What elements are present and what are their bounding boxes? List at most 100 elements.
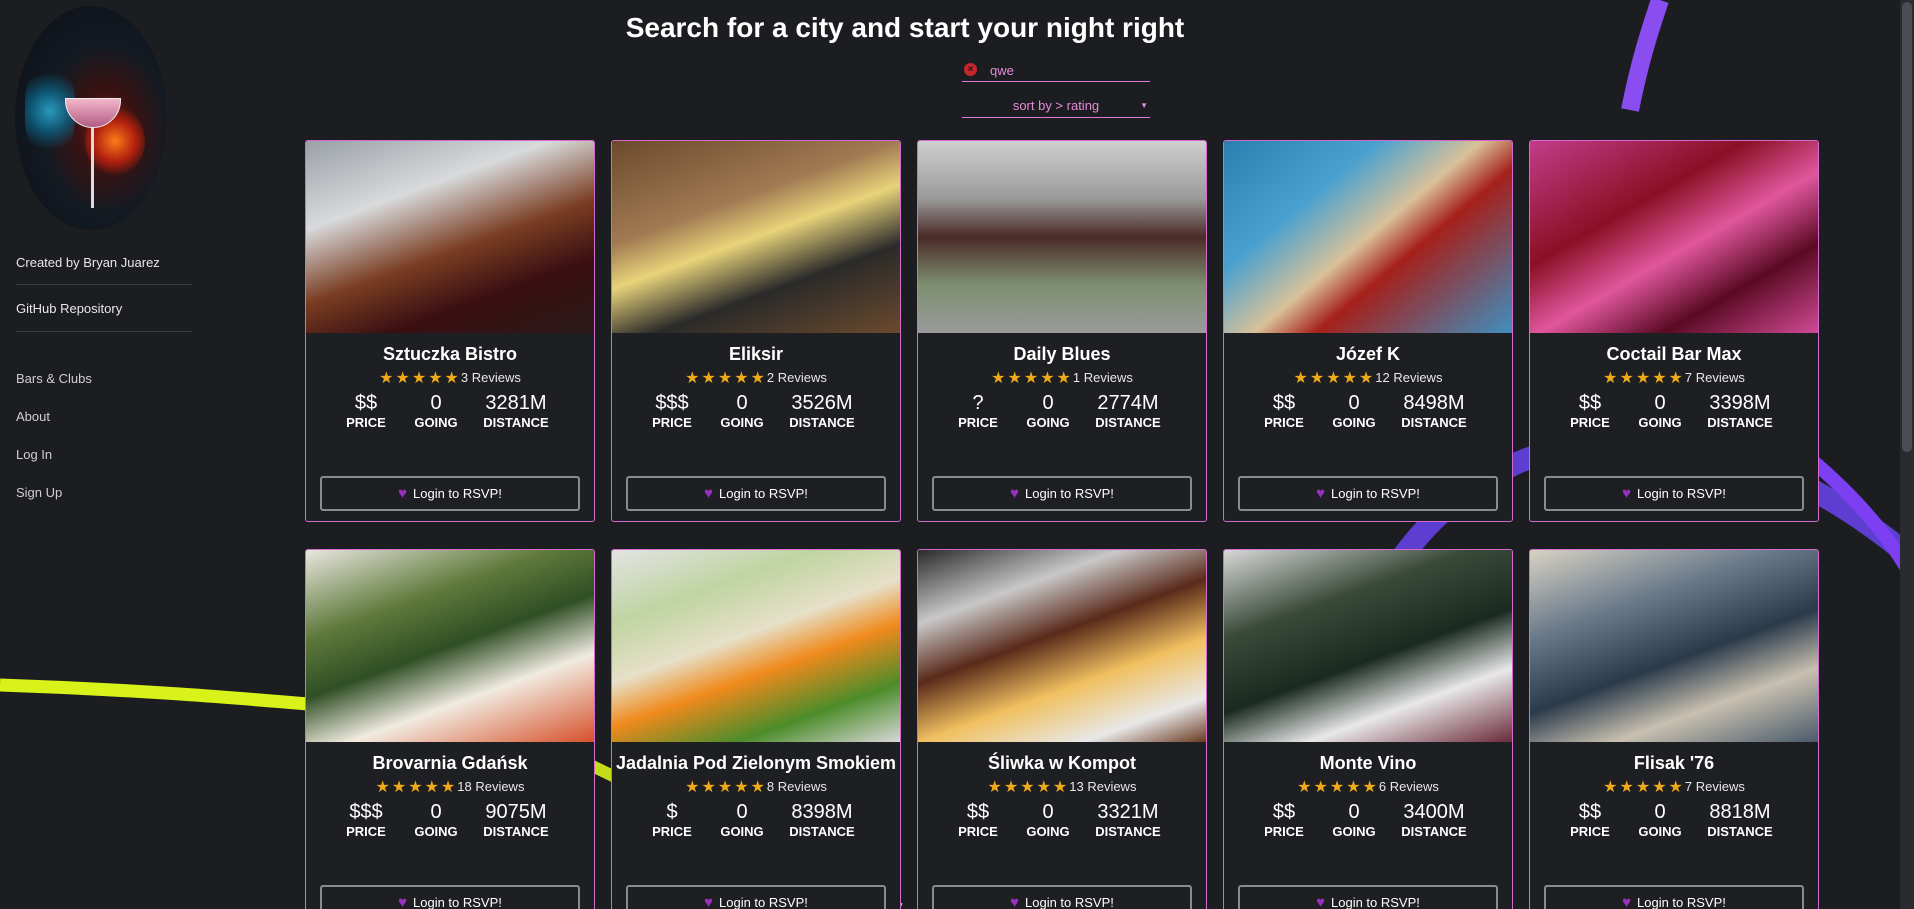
star-rating-icon: ★★★★★	[1297, 779, 1379, 796]
distance-value: 3526M	[791, 392, 853, 414]
venue-card[interactable]: Eliksir ★★★★★2 Reviews $$$ PRICE 0 GOING…	[611, 140, 901, 522]
sort-label: sort by > rating	[1012, 98, 1100, 113]
going-stat: 0 GOING	[712, 391, 772, 431]
venue-name: Jadalnia Pod Zielonym Smokiem	[615, 753, 897, 773]
rating-row: ★★★★★18 Reviews	[306, 777, 594, 797]
rsvp-button[interactable]: ♥ Login to RSVP!	[932, 885, 1192, 909]
credit-link[interactable]: Created by Bryan Juarez	[16, 255, 160, 270]
clear-search-icon[interactable]: ×	[964, 63, 977, 76]
distance-label: DISTANCE	[1707, 824, 1773, 839]
nav-sign-up[interactable]: Sign Up	[16, 485, 62, 500]
star-rating-icon: ★★★★★	[1603, 370, 1685, 387]
nav-about[interactable]: About	[16, 409, 50, 424]
venue-photo	[918, 141, 1206, 333]
price-stat: $$ PRICE	[1254, 800, 1314, 840]
heart-icon: ♥	[1622, 485, 1631, 502]
star-rating-icon: ★★★★★	[685, 370, 767, 387]
sidebar: Created by Bryan Juarez GitHub Repositor…	[0, 0, 200, 909]
price-label: PRICE	[958, 824, 998, 839]
distance-stat: 2774M DISTANCE	[1078, 391, 1178, 431]
scrollbar[interactable]	[1900, 0, 1914, 909]
heart-icon: ♥	[704, 894, 713, 909]
going-stat: 0 GOING	[1018, 800, 1078, 840]
rsvp-label: Login to RSVP!	[413, 895, 502, 909]
heart-icon: ♥	[1316, 485, 1325, 502]
venue-name: Monte Vino	[1319, 753, 1417, 773]
distance-stat: 8398M DISTANCE	[772, 800, 872, 840]
going-label: GOING	[1638, 415, 1682, 430]
sort-select[interactable]: sort by > rating ▼	[962, 96, 1150, 118]
rsvp-button[interactable]: ♥ Login to RSVP!	[1238, 885, 1498, 909]
venue-stats: $ PRICE 0 GOING 8398M DISTANCE	[612, 800, 900, 844]
rsvp-button[interactable]: ♥ Login to RSVP!	[320, 885, 580, 909]
venue-stats: $$$ PRICE 0 GOING 9075M DISTANCE	[306, 800, 594, 844]
venue-card[interactable]: Śliwka w Kompot ★★★★★13 Reviews $$ PRICE…	[917, 549, 1207, 909]
venue-card[interactable]: Daily Blues ★★★★★1 Reviews ? PRICE 0 GOI…	[917, 140, 1207, 522]
rsvp-button[interactable]: ♥ Login to RSVP!	[1238, 476, 1498, 511]
going-value: 0	[1348, 392, 1360, 414]
going-value: 0	[736, 392, 748, 414]
venue-card[interactable]: Coctail Bar Max ★★★★★7 Reviews $$ PRICE …	[1529, 140, 1819, 522]
price-stat: $$ PRICE	[948, 800, 1008, 840]
nav-bars-clubs[interactable]: Bars & Clubs	[16, 371, 92, 386]
venue-card[interactable]: Jadalnia Pod Zielonym Smokiem ★★★★★8 Rev…	[611, 549, 901, 909]
venue-card[interactable]: Monte Vino ★★★★★6 Reviews $$ PRICE 0 GOI…	[1223, 549, 1513, 909]
rsvp-label: Login to RSVP!	[719, 486, 808, 501]
rsvp-button[interactable]: ♥ Login to RSVP!	[626, 885, 886, 909]
rsvp-button[interactable]: ♥ Login to RSVP!	[932, 476, 1192, 511]
distance-stat: 3398M DISTANCE	[1690, 391, 1790, 431]
price-label: PRICE	[652, 824, 692, 839]
venue-photo	[612, 141, 900, 333]
review-count: 1 Reviews	[1072, 370, 1133, 385]
venue-name: Sztuczka Bistro	[382, 344, 518, 364]
rsvp-button[interactable]: ♥ Login to RSVP!	[320, 476, 580, 511]
going-label: GOING	[720, 415, 764, 430]
venue-card[interactable]: Brovarnia Gdańsk ★★★★★18 Reviews $$$ PRI…	[305, 549, 595, 909]
nav-log-in[interactable]: Log In	[16, 447, 52, 462]
venue-card[interactable]: Józef K ★★★★★12 Reviews $$ PRICE 0 GOING…	[1223, 140, 1513, 522]
scroll-thumb[interactable]	[1902, 2, 1912, 452]
price-value: $$	[1272, 392, 1296, 414]
rsvp-button[interactable]: ♥ Login to RSVP!	[626, 476, 886, 511]
venue-stats: $$ PRICE 0 GOING 8818M DISTANCE	[1530, 800, 1818, 844]
rsvp-button[interactable]: ♥ Login to RSVP!	[1544, 885, 1804, 909]
heart-icon: ♥	[398, 894, 407, 909]
rating-row: ★★★★★12 Reviews	[1224, 368, 1512, 388]
rsvp-button[interactable]: ♥ Login to RSVP!	[1544, 476, 1804, 511]
going-value: 0	[1654, 801, 1666, 823]
price-value: $$$	[655, 392, 689, 414]
rsvp-label: Login to RSVP!	[1637, 486, 1726, 501]
rsvp-label: Login to RSVP!	[1025, 486, 1114, 501]
rsvp-label: Login to RSVP!	[1331, 895, 1420, 909]
venue-card[interactable]: Flisak '76 ★★★★★7 Reviews $$ PRICE 0 GOI…	[1529, 549, 1819, 909]
price-label: PRICE	[958, 415, 998, 430]
rating-row: ★★★★★7 Reviews	[1530, 368, 1818, 388]
going-label: GOING	[1026, 824, 1070, 839]
venue-stats: $$ PRICE 0 GOING 3398M DISTANCE	[1530, 391, 1818, 435]
distance-stat: 3526M DISTANCE	[772, 391, 872, 431]
rsvp-label: Login to RSVP!	[413, 486, 502, 501]
venue-stats: $$$ PRICE 0 GOING 3526M DISTANCE	[612, 391, 900, 435]
cocktail-logo	[15, 6, 167, 230]
price-stat: $ PRICE	[642, 800, 702, 840]
venue-photo	[1530, 550, 1818, 742]
going-stat: 0 GOING	[1630, 391, 1690, 431]
search-input[interactable]	[990, 60, 1140, 80]
venue-stats: $$ PRICE 0 GOING 3321M DISTANCE	[918, 800, 1206, 844]
review-count: 18 Reviews	[457, 779, 525, 794]
going-value: 0	[1654, 392, 1666, 414]
distance-label: DISTANCE	[1707, 415, 1773, 430]
distance-stat: 8818M DISTANCE	[1690, 800, 1790, 840]
star-rating-icon: ★★★★★	[987, 779, 1070, 796]
going-value: 0	[1042, 392, 1054, 414]
review-count: 2 Reviews	[766, 370, 827, 385]
rsvp-label: Login to RSVP!	[1025, 895, 1114, 909]
going-value: 0	[1348, 801, 1360, 823]
venue-card[interactable]: Sztuczka Bistro ★★★★★3 Reviews $$ PRICE …	[305, 140, 595, 522]
venue-photo	[306, 141, 594, 333]
rating-row: ★★★★★8 Reviews	[612, 777, 900, 797]
heart-icon: ♥	[1316, 894, 1325, 909]
github-repo-link[interactable]: GitHub Repository	[16, 301, 122, 316]
heart-icon: ♥	[1010, 894, 1019, 909]
rating-row: ★★★★★2 Reviews	[612, 368, 900, 388]
